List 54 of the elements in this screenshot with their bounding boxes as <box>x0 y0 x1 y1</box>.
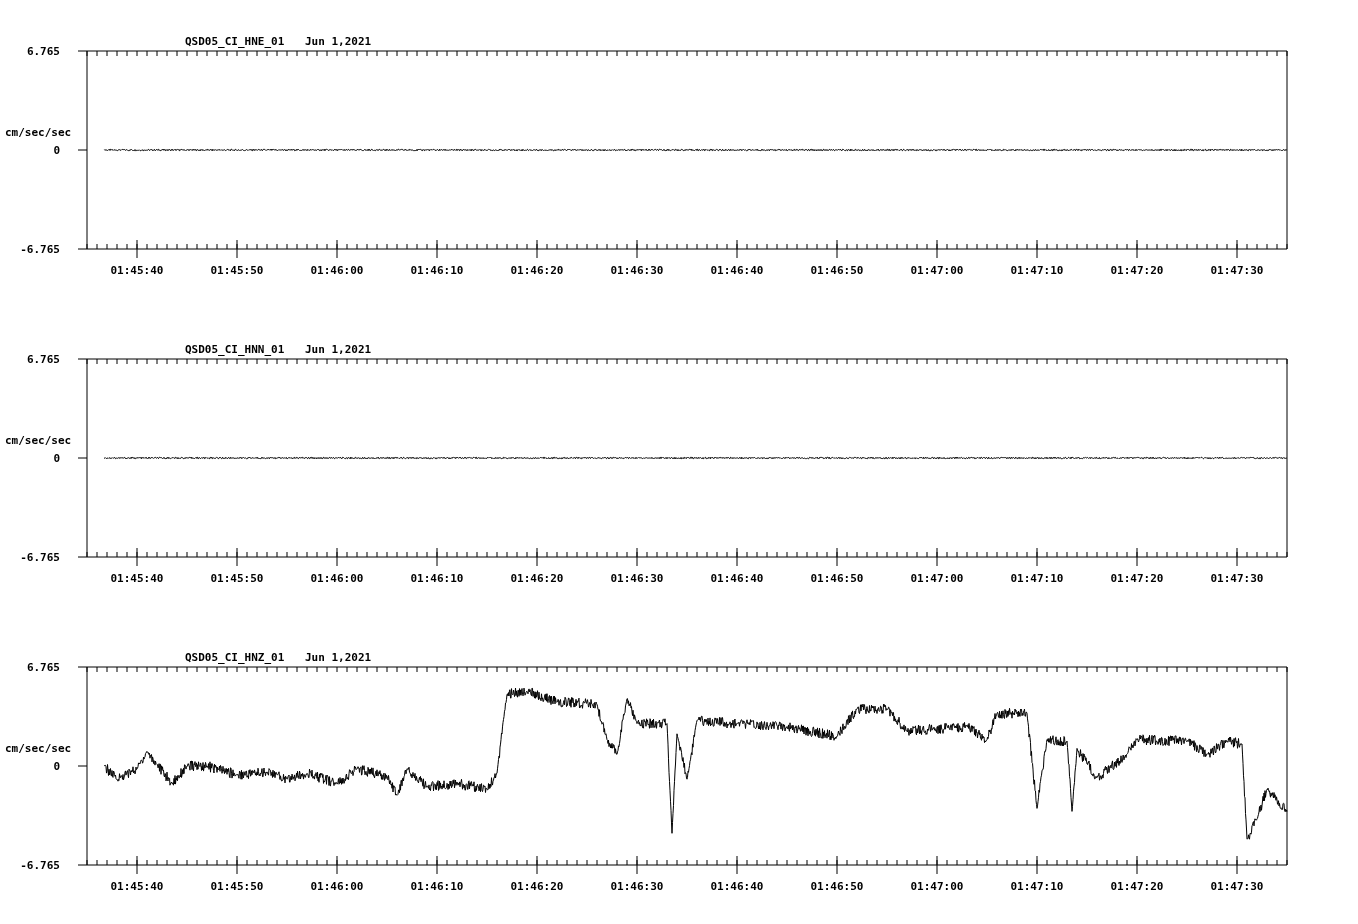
tick-label: 01:47:20 <box>1110 880 1164 893</box>
tick-label: 01:45:40 <box>110 572 164 585</box>
chart-date: Jun 1,2021 <box>305 35 372 48</box>
tick-label: 01:46:10 <box>410 572 464 585</box>
y-axis-label: cm/sec/sec <box>5 126 72 139</box>
chart-date: Jun 1,2021 <box>305 651 372 664</box>
tick-label: 01:47:30 <box>1210 880 1264 893</box>
tick-label: -6.765 <box>20 859 60 872</box>
tick-label: 01:47:30 <box>1210 264 1264 277</box>
tick-label: -6.765 <box>20 243 60 256</box>
tick-label: 01:46:00 <box>310 572 364 585</box>
chart-date: Jun 1,2021 <box>305 343 372 356</box>
tick-label: 01:46:30 <box>610 264 664 277</box>
tick-label: 01:47:10 <box>1010 572 1064 585</box>
tick-label: 01:45:40 <box>110 880 164 893</box>
tick-label: 01:46:00 <box>310 880 364 893</box>
tick-label: 01:46:30 <box>610 880 664 893</box>
chart-title: QSD05_CI_HNN_01 <box>185 343 285 356</box>
tick-label: 01:46:50 <box>810 264 864 277</box>
tick-label: 0 <box>53 760 60 773</box>
tick-label: 01:46:10 <box>410 880 464 893</box>
tick-label: 6.765 <box>26 661 60 674</box>
tick-label: 01:46:30 <box>610 572 664 585</box>
tick-label: 01:46:20 <box>510 572 564 585</box>
tick-label: 01:45:50 <box>210 264 264 277</box>
tick-label: 01:47:20 <box>1110 572 1164 585</box>
tick-label: 01:46:40 <box>710 880 764 893</box>
tick-label: 01:46:00 <box>310 264 364 277</box>
tick-label: 0 <box>53 144 60 157</box>
tick-label: -6.765 <box>20 551 60 564</box>
tick-label: 01:47:00 <box>910 572 964 585</box>
tick-label: 01:46:10 <box>410 264 464 277</box>
tick-label: 01:47:10 <box>1010 264 1064 277</box>
tick-label: 01:46:40 <box>710 572 764 585</box>
tick-label: 0 <box>53 452 60 465</box>
tick-label: 01:47:10 <box>1010 880 1064 893</box>
tick-label: 01:45:50 <box>210 572 264 585</box>
tick-label: 01:47:00 <box>910 880 964 893</box>
tick-label: 6.765 <box>26 45 60 58</box>
tick-label: 6.765 <box>26 353 60 366</box>
chart-title: QSD05_CI_HNE_01 <box>185 35 285 48</box>
tick-label: 01:46:50 <box>810 880 864 893</box>
tick-label: 01:45:50 <box>210 880 264 893</box>
tick-label: 01:46:20 <box>510 880 564 893</box>
tick-label: 01:46:40 <box>710 264 764 277</box>
tick-label: 01:46:20 <box>510 264 564 277</box>
tick-label: 01:47:20 <box>1110 264 1164 277</box>
tick-label: 01:45:40 <box>110 264 164 277</box>
tick-label: 01:47:30 <box>1210 572 1264 585</box>
tick-label: 01:47:00 <box>910 264 964 277</box>
y-axis-label: cm/sec/sec <box>5 434 72 447</box>
y-axis-label: cm/sec/sec <box>5 742 72 755</box>
tick-label: 01:46:50 <box>810 572 864 585</box>
chart-title: QSD05_CI_HNZ_01 <box>185 651 285 664</box>
